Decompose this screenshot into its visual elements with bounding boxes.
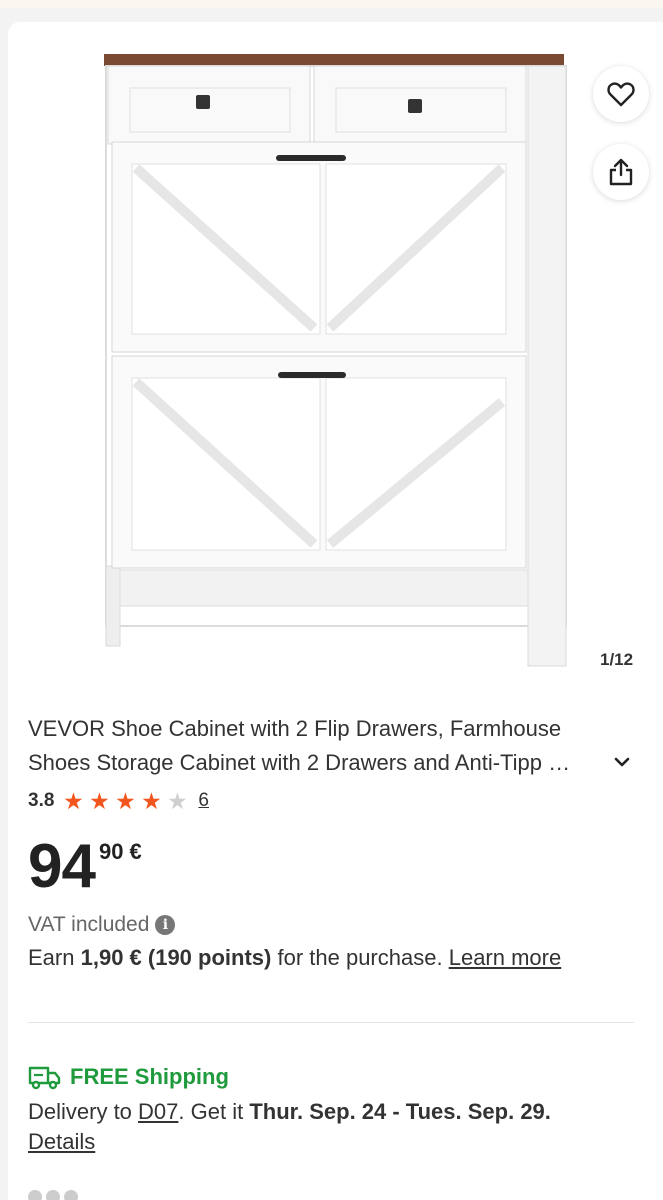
delivery-location-link[interactable]: D07 xyxy=(138,1099,178,1124)
vat-info: VAT included i xyxy=(28,910,176,940)
image-gallery[interactable] xyxy=(8,22,663,682)
review-count-link[interactable]: 6 xyxy=(198,790,209,812)
star-rating: ★ ★ ★ ★ ★ xyxy=(60,788,190,814)
rating-value: 3.8 xyxy=(28,790,55,811)
vat-label: VAT included xyxy=(28,913,150,936)
product-title[interactable]: VEVOR Shoe Cabinet with 2 Flip Drawers, … xyxy=(28,712,608,780)
delivery-dates: Thur. Sep. 24 - Tues. Sep. 29. xyxy=(249,1099,551,1124)
top-status-strip xyxy=(0,0,663,8)
price: 94 90 € xyxy=(28,836,142,898)
earn-amount: 1,90 € (190 points) xyxy=(80,945,272,970)
favorite-button[interactable] xyxy=(593,66,649,122)
heart-outline-icon xyxy=(607,82,635,107)
image-counter: 1/12 xyxy=(600,650,634,669)
star-full-icon: ★ xyxy=(63,788,84,814)
rating-row[interactable]: 3.8 ★ ★ ★ ★ ★ 6 xyxy=(28,788,209,814)
share-icon xyxy=(609,158,633,186)
price-decimal: 90 € xyxy=(98,839,142,864)
earn-suffix: for the purchase. xyxy=(277,945,443,970)
chevron-down-icon[interactable] xyxy=(612,752,632,772)
earn-points: Earn 1,90 € (190 points) for the purchas… xyxy=(28,942,561,974)
shipping-row: FREE Shipping xyxy=(28,1062,229,1092)
learn-more-link[interactable]: Learn more xyxy=(449,945,562,970)
product-title-line-1: VEVOR Shoe Cabinet with 2 Flip Drawers, … xyxy=(28,716,562,741)
price-integer: 94 xyxy=(28,832,96,901)
share-button[interactable] xyxy=(593,144,649,200)
next-section-preview xyxy=(28,1190,168,1200)
star-full-icon: ★ xyxy=(115,788,136,814)
free-shipping-label: FREE Shipping xyxy=(70,1064,229,1089)
get-it-label: . Get it xyxy=(178,1099,244,1124)
delivery-prefix: Delivery to xyxy=(28,1099,132,1124)
divider xyxy=(28,1022,634,1023)
truck-icon xyxy=(28,1066,61,1090)
star-full-icon: ★ xyxy=(89,788,110,814)
info-icon[interactable]: i xyxy=(155,915,176,935)
earn-prefix: Earn xyxy=(28,945,75,970)
product-image[interactable] xyxy=(8,22,663,682)
star-empty-icon: ★ xyxy=(167,788,188,814)
star-full-icon: ★ xyxy=(141,788,162,814)
details-link[interactable]: Details xyxy=(28,1126,95,1158)
product-title-line-2: Shoes Storage Cabinet with 2 Drawers and… xyxy=(28,750,571,775)
delivery-info: Delivery to D07. Get it Thur. Sep. 24 - … xyxy=(28,1096,551,1128)
